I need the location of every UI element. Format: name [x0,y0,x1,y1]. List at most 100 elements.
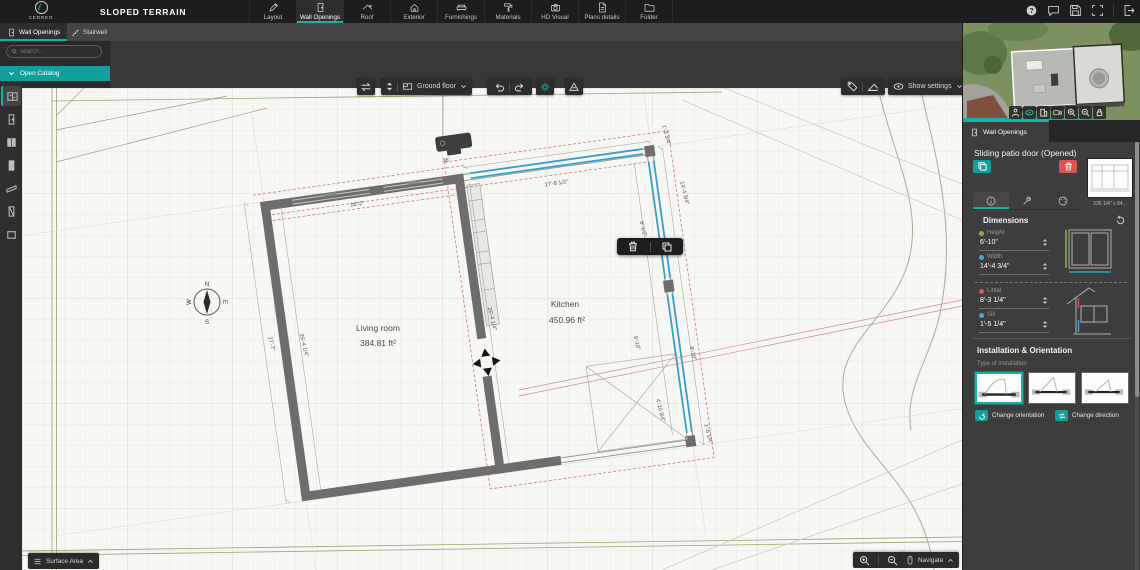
cedreo-logo-icon [34,1,48,14]
room-name: Kitchen [551,299,580,309]
divider [862,81,863,92]
sill-field: Sill 1'-5 1/4" [979,312,1049,333]
tab-furnishings[interactable]: Furnishings [438,0,485,23]
tab-exterior[interactable]: Exterior [391,0,438,23]
show-settings-dropdown[interactable]: Show settings [888,78,968,95]
tab-roof[interactable]: Roof [344,0,391,23]
field-value[interactable]: 6'-10" [980,239,998,246]
tab-wall-openings[interactable]: Wall Openings [297,0,344,23]
duplicate-icon[interactable] [662,242,672,252]
panel-tab-wall-openings[interactable]: Wall Openings [963,120,1049,142]
subtab-label: Wall Openings [19,28,61,36]
subtab-bar: Wall Openings Stairwell [0,23,962,41]
tool-garage-door[interactable] [1,178,21,198]
fullscreen-icon[interactable] [1091,4,1104,17]
subtab-stairwell[interactable]: Stairwell [64,23,114,41]
window-size-diagram [1065,229,1112,273]
tab-info[interactable] [973,192,1009,209]
search-input[interactable] [20,48,96,55]
door-icon [8,113,14,125]
field-value[interactable]: 1'-5 1/4" [980,321,1006,328]
tab-plans-details[interactable]: Plans details [579,0,626,23]
delete-icon[interactable] [628,241,638,252]
scrollbar-thumb[interactable] [1135,142,1139,397]
tool-opening[interactable] [1,201,21,221]
duplicate-item-button[interactable] [973,160,991,173]
room-area: 450.96 ft² [549,315,585,325]
stepper-icon[interactable] [1042,296,1048,305]
selection-context-toolbar [617,238,683,255]
panel-scrollbar[interactable] [1135,142,1139,570]
installation-option-1[interactable] [975,372,1023,404]
person-icon [1011,108,1020,117]
stepper-icon[interactable] [1042,262,1048,271]
video-camera-icon [1053,110,1062,116]
render-button[interactable] [536,78,554,95]
floor-stepper-icon[interactable] [386,81,393,92]
open-catalog-label: Open Catalog [20,70,60,77]
zoom-in-icon[interactable] [859,555,870,566]
walkthrough-button[interactable] [1009,106,1022,119]
lock-view-button[interactable] [1093,106,1106,119]
tool-door[interactable] [1,109,21,129]
switch-view-button[interactable] [357,78,375,95]
stepper-icon[interactable] [1042,320,1048,329]
navigate-button[interactable]: Navigate [901,552,960,568]
tool-niche[interactable] [1,224,21,244]
subtab-wall-openings[interactable]: Wall Openings [0,23,68,41]
exit-icon[interactable] [1123,4,1136,17]
tab-hd-visual[interactable]: HD Visual [532,0,579,23]
undo-icon[interactable] [493,81,505,93]
item-detail-tabs [973,192,1081,210]
surface-area-button[interactable]: Surface Area [28,553,99,569]
change-orientation-button[interactable]: Change orientation [975,410,1044,421]
tool-window[interactable] [1,132,21,152]
building-icon [1040,108,1048,117]
compass-s: S [205,320,209,326]
view-button[interactable] [1023,106,1036,119]
open-catalog-button[interactable]: Open Catalog [0,66,110,81]
dimension-label: 36' [442,157,450,164]
redo-icon[interactable] [514,81,526,93]
stepper-icon[interactable] [1042,238,1048,247]
divider [878,555,879,565]
delete-item-button[interactable] [1059,160,1077,173]
preview-zoom-out-button[interactable] [1079,106,1092,119]
field-value[interactable]: 8'-3 1/4" [980,297,1006,304]
3d-preview[interactable] [963,23,1140,120]
search-box[interactable] [6,45,102,58]
roof-slope-icon[interactable] [867,81,879,93]
zoom-out-icon[interactable] [887,555,898,566]
floor-selector[interactable]: Ground floor [381,78,472,95]
chevron-up-icon [88,559,93,563]
item-thumbnail[interactable] [1087,158,1133,198]
lintel-field: Lintel 8'-3 1/4" [979,288,1049,309]
subtab-label: Stairwell [83,28,108,36]
help-icon[interactable]: ? [1025,4,1038,17]
tab-layout[interactable]: Layout [250,0,297,23]
save-icon[interactable] [1069,4,1082,17]
tool-sliding-door[interactable] [1,86,21,106]
floor-plan-canvas[interactable]: 36' 17'-8 1/2" 1'-3 3/4" 14'-4 3/4" 16'-… [22,88,962,570]
change-direction-button[interactable]: Change direction [1055,410,1119,421]
tab-folder[interactable]: Folder [626,0,673,23]
building-view-button[interactable] [1037,106,1050,119]
item-thumbnail-drawing [1090,164,1130,192]
preview-zoom-in-button[interactable] [1065,106,1078,119]
tab-label: Folder [640,14,658,21]
reset-dimensions-icon[interactable] [1115,215,1126,226]
visibility-icon [893,83,904,90]
panel-tab-label: Wall Openings [983,128,1027,136]
terrain-button[interactable] [565,78,583,95]
feedback-icon[interactable] [1047,4,1060,17]
tab-materials[interactable]: Materials [485,0,532,23]
door-icon [972,128,977,136]
tag-icon[interactable] [847,81,858,92]
field-value[interactable]: 14'-4 3/4" [980,263,1010,270]
tab-appearance[interactable] [1045,192,1081,209]
tool-patio-door[interactable] [1,155,21,175]
installation-option-3[interactable] [1081,372,1129,404]
installation-option-2[interactable] [1028,372,1076,404]
tab-settings[interactable] [1009,192,1045,209]
camera-view-button[interactable] [1051,106,1064,119]
